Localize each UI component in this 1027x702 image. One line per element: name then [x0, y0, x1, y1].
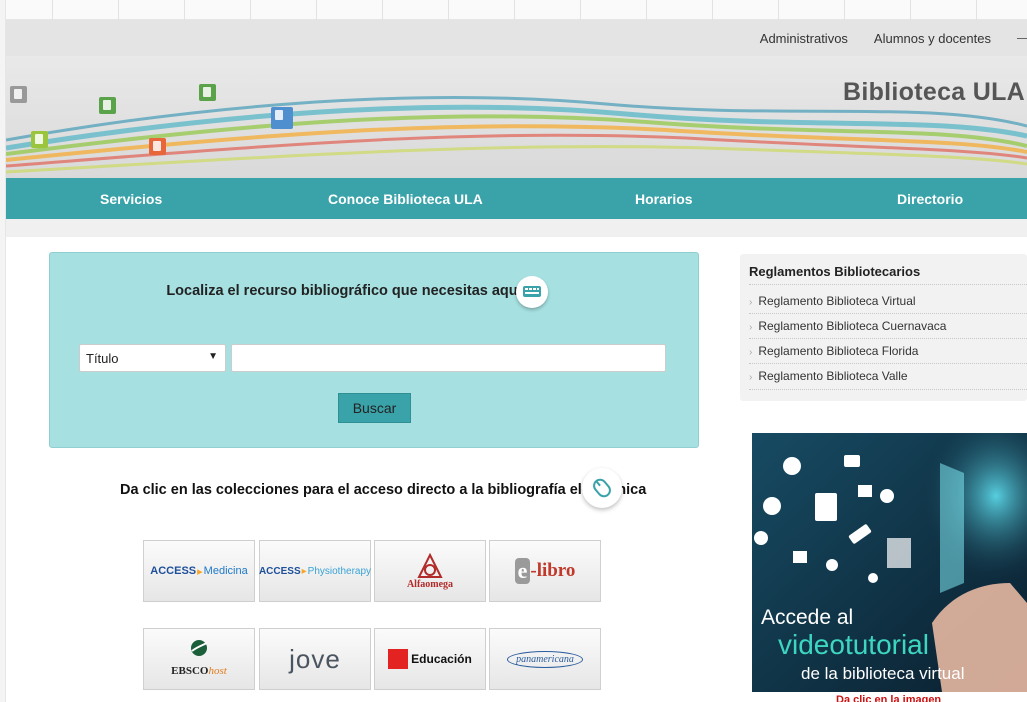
ebsco-icon [191, 640, 208, 656]
top-bar: Administrativos Alumnos y docentes [6, 20, 1027, 56]
logo-ebsco-word: EBSCO [171, 665, 209, 677]
logo-access-word: ACCESS [150, 565, 197, 577]
logo-elibro[interactable]: e - libro [489, 540, 601, 602]
search-field-select[interactable]: Título ▼ [79, 344, 226, 372]
alfaomega-icon [417, 552, 443, 578]
arrow-icon: ▸ [197, 565, 203, 578]
chart-icon [149, 138, 166, 155]
nav-directorio[interactable]: Directorio [897, 191, 963, 207]
bullet-icon: › [749, 322, 753, 333]
logo-libro-word: libro [536, 560, 576, 581]
keyboard-icon [516, 276, 548, 308]
logo-educacion-word: Educación [411, 652, 472, 666]
regulation-link-cuernavaca[interactable]: › Reglamento Biblioteca Cuernavaca [749, 319, 946, 333]
document-icon [10, 86, 27, 103]
pencil-icon [31, 131, 48, 148]
regulation-label: Reglamento Biblioteca Florida [758, 344, 919, 358]
logo-ebscohost[interactable]: EBSCOhost [143, 628, 255, 690]
arrow-icon: ▸ [301, 565, 307, 577]
banner-waves [6, 96, 1027, 174]
select-value: Título [86, 351, 119, 366]
logo-physiotherapy-word: Physiotherapy [307, 565, 372, 577]
divider [749, 284, 1027, 285]
videotutorial-banner[interactable]: Accede al videotutorial de la biblioteca… [752, 433, 1027, 692]
regulation-label: Reglamento Biblioteca Virtual [758, 294, 916, 308]
search-panel: Localiza el recurso bibliográfico que ne… [49, 252, 699, 448]
logo-e-letter: e [514, 558, 531, 584]
topbar-link-alumnos-docentes[interactable]: Alumnos y docentes [874, 31, 991, 46]
divider [749, 313, 1027, 314]
divider [749, 363, 1027, 364]
regulation-link-virtual[interactable]: › Reglamento Biblioteca Virtual [749, 294, 916, 308]
logo-access-word: ACCESS [258, 565, 301, 577]
regulation-label: Reglamento Biblioteca Cuernavaca [758, 319, 947, 333]
logo-alfaomega-word: Alfaomega [406, 578, 454, 590]
logo-panamericana[interactable]: panamericana [489, 628, 601, 690]
nav-horarios[interactable]: Horarios [635, 191, 693, 207]
main-nav: Servicios Conoce Biblioteca ULA Horarios… [6, 178, 1027, 219]
topbar-dash [1017, 37, 1027, 39]
search-input[interactable] [231, 344, 666, 372]
logo-host-word: host [208, 665, 227, 677]
promo-line1: Accede al [761, 606, 854, 629]
promo-line2: videotutorial [778, 629, 929, 660]
divider [749, 338, 1027, 339]
logo-access-physiotherapy[interactable]: ACCESS ▸ Physiotherapy [259, 540, 371, 602]
edit-icon [99, 97, 116, 114]
monitor-icon [271, 107, 293, 129]
bullet-icon: › [749, 347, 753, 358]
mouse-icon [582, 468, 622, 508]
logo-jove[interactable]: jove [259, 628, 371, 690]
book-icon [199, 84, 216, 101]
regulations-title: Reglamentos Bibliotecarios [749, 264, 921, 279]
topbar-link-administrativos[interactable]: Administrativos [760, 31, 848, 46]
nav-conoce-biblioteca[interactable]: Conoce Biblioteca ULA [328, 191, 483, 207]
logo-alfaomega[interactable]: Alfaomega [374, 540, 486, 602]
logo-access-medicina[interactable]: ACCESS ▸ Medicina [143, 540, 255, 602]
bullet-icon: › [749, 372, 753, 383]
search-button[interactable]: Buscar [338, 393, 411, 423]
bullet-icon: › [749, 297, 753, 308]
logo-educacion[interactable]: Educación [374, 628, 486, 690]
divider [749, 389, 1027, 390]
site-title: Biblioteca ULA [843, 78, 1025, 106]
logo-jove-word: jove [289, 643, 341, 674]
nav-servicios[interactable]: Servicios [100, 191, 162, 207]
promo-caption[interactable]: Da clic en la imagen [836, 694, 941, 702]
regulations-panel: Reglamentos Bibliotecarios › Reglamento B… [740, 254, 1027, 401]
regulation-link-florida[interactable]: › Reglamento Biblioteca Florida [749, 344, 918, 358]
search-title: Localiza el recurso bibliográfico que ne… [166, 283, 522, 299]
regulation-link-valle[interactable]: › Reglamento Biblioteca Valle [749, 369, 908, 383]
dropdown-arrow-icon: ▼ [208, 351, 218, 362]
collections-title: Da clic en las colecciones para el acces… [120, 482, 647, 498]
header-banner: Biblioteca ULA [6, 56, 1027, 178]
regulation-label: Reglamento Biblioteca Valle [758, 369, 908, 383]
separator-band [6, 219, 1027, 237]
educacion-icon [388, 649, 409, 669]
logo-medicina-word: Medicina [203, 565, 248, 577]
logo-panamericana-word: panamericana [507, 650, 583, 668]
browser-grid-strip [0, 0, 1027, 20]
promo-line3: de la biblioteca virtual [801, 664, 965, 683]
